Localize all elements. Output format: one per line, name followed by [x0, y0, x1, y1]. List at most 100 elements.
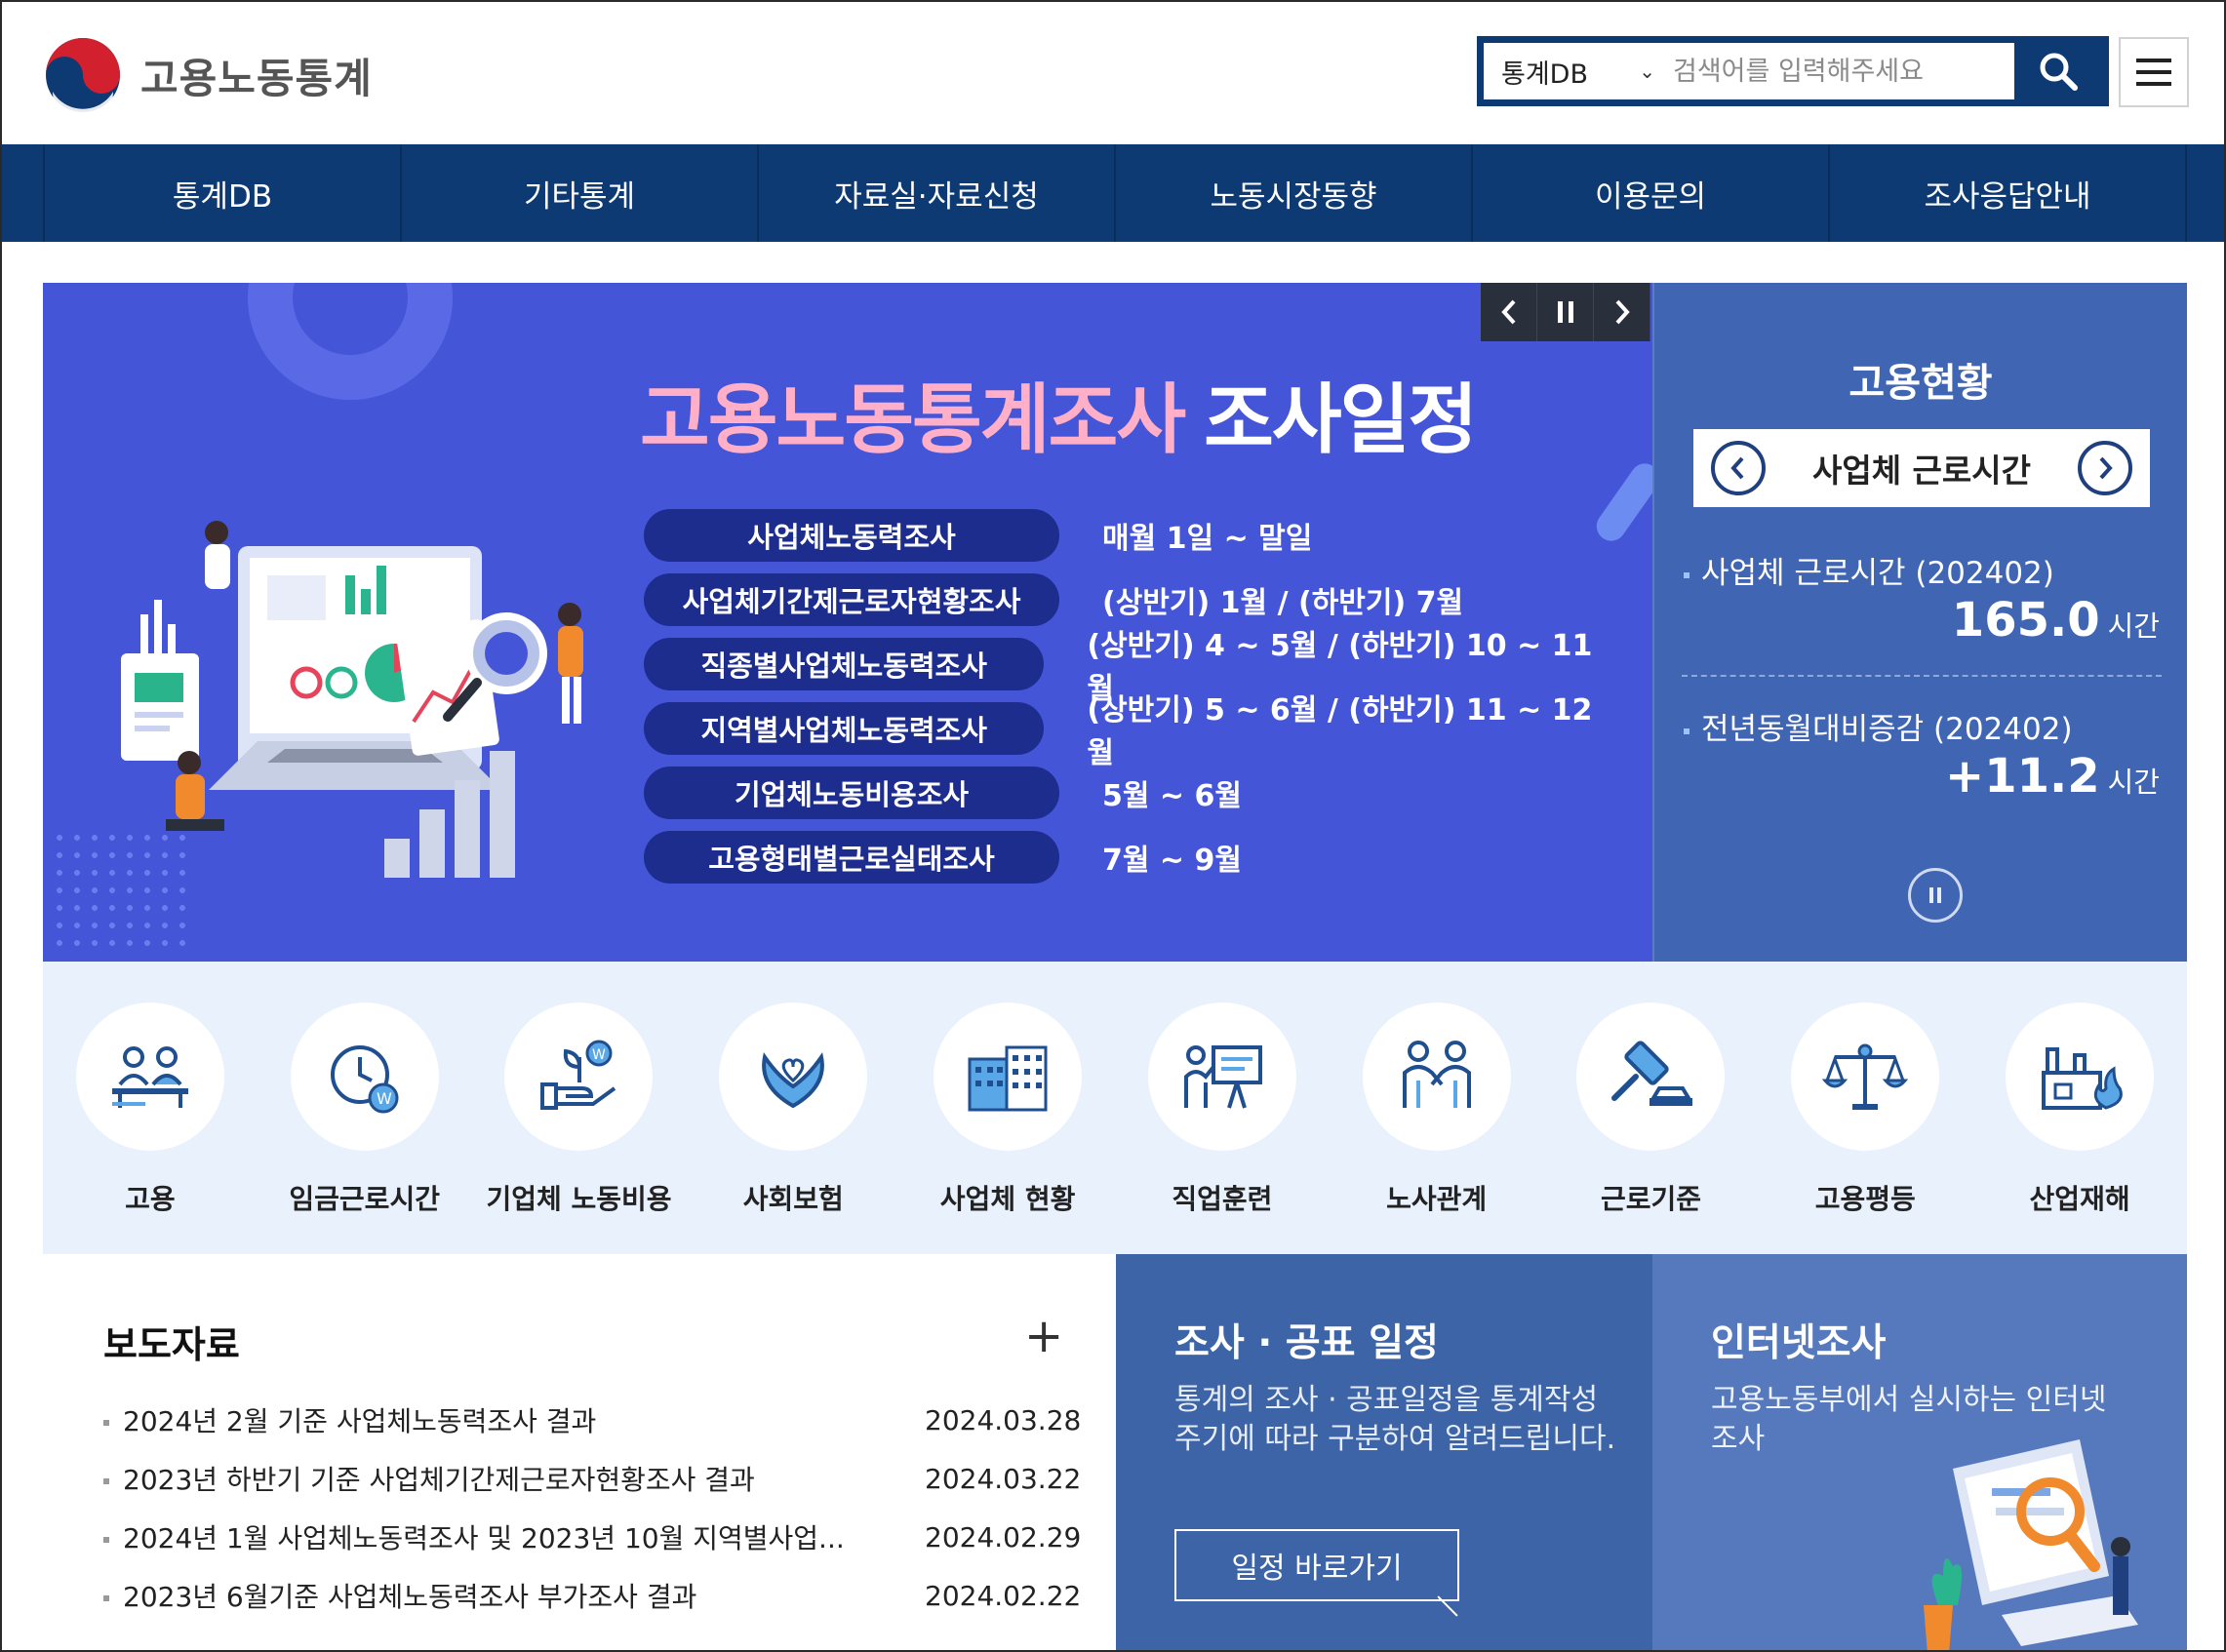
survey-period: (상반기) 5 ~ 6월 / (하반기) 11 ~ 12월 — [1087, 693, 1593, 770]
chevron-right-icon — [1615, 299, 1630, 325]
nav-item-stats-db[interactable]: 통계DB — [43, 144, 400, 242]
nav-item-archive[interactable]: 자료실·자료신청 — [757, 144, 1114, 242]
banner-next-button[interactable] — [1594, 283, 1650, 341]
press-release-section: 보도자료 + 2024년 2월 기준 사업체노동력조사 결과 2024.03.2… — [43, 1254, 1116, 1650]
survey-pill: 지역별사업체노동력조사 — [644, 702, 1045, 755]
hero-banner[interactable]: 고용노동통계조사 조사일정 사업체노동력조사 매월 1일 ~ 말일 사업체기간제근… — [43, 283, 1652, 962]
category-labor-relations[interactable]: 노사관계 — [1330, 962, 1544, 1254]
main-nav: 통계DB 기타통계 자료실·자료신청 노동시장동향 이용문의 조사응답안내 — [2, 144, 2224, 242]
category-labor-standards[interactable]: 근로기준 — [1544, 962, 1759, 1254]
category-icon-wrap — [934, 1003, 1083, 1151]
banner-pause-button[interactable] — [1537, 283, 1594, 341]
search-bar: 통계DB ⌄ — [1477, 36, 2109, 106]
press-item-title[interactable]: 2023년 6월기준 사업체노동력조사 부가조사 결과 — [103, 1576, 696, 1615]
press-row[interactable]: 2023년 하반기 기준 사업체기간제근로자현황조사 결과 2024.03.22 — [103, 1459, 1098, 1498]
chevron-right-icon — [2099, 456, 2113, 480]
indicator-next-button[interactable] — [2077, 441, 2132, 495]
press-item-title[interactable]: 2023년 하반기 기준 사업체기간제근로자현황조사 결과 — [103, 1459, 755, 1498]
press-row[interactable]: 2023년 6월기준 사업체노동력조사 부가조사 결과 2024.02.22 — [103, 1576, 1098, 1615]
schedule-row: 지역별사업체노동력조사 (상반기) 5 ~ 6월 / (하반기) 11 ~ 12… — [644, 693, 1600, 770]
category-vocational-training[interactable]: 직업훈련 — [1115, 962, 1330, 1254]
menu-line-icon — [2136, 70, 2171, 74]
indicator-pause-button[interactable] — [1908, 868, 1963, 923]
category-label: 근로기준 — [1600, 1183, 1701, 1215]
search-scope-value: 통계DB — [1501, 59, 1588, 90]
chevron-left-icon — [1730, 456, 1744, 480]
scale-icon — [1822, 1043, 1909, 1110]
category-icon-wrap — [719, 1003, 868, 1151]
category-icon-wrap — [1576, 1003, 1726, 1151]
survey-pill: 사업체기간제근로자현황조사 — [644, 573, 1059, 626]
category-employment[interactable]: 고용 — [43, 962, 258, 1254]
category-label: 직업훈련 — [1172, 1183, 1273, 1215]
gavel-icon — [1611, 1041, 1693, 1106]
category-icon-wrap — [2006, 1003, 2155, 1151]
search-input[interactable] — [1669, 56, 2014, 87]
nav-item-other-stats[interactable]: 기타통계 — [400, 144, 757, 242]
category-industrial-accident[interactable]: 산업재해 — [1972, 962, 2187, 1254]
pause-icon — [1557, 301, 1573, 323]
press-title: 보도자료 — [103, 1323, 240, 1366]
indicator-label: 사업체 근로시간 — [1811, 452, 2031, 490]
survey-pill: 사업체노동력조사 — [644, 509, 1059, 562]
category-labor-cost[interactable]: W 기업체 노동비용 — [472, 962, 687, 1254]
survey-pill: 기업체노동비용조사 — [644, 767, 1059, 819]
internet-survey-box[interactable]: 인터넷조사 고용노동부에서 실시하는 인터넷조사 — [1652, 1254, 2187, 1650]
press-row[interactable]: 2024년 2월 기준 사업체노동력조사 결과 2024.03.28 — [103, 1400, 1098, 1439]
press-item-title[interactable]: 2024년 1월 사업체노동력조사 및 2023년 10월 지역별사업... — [103, 1517, 845, 1556]
decor-ring — [248, 283, 453, 400]
indicator-value-number: 165.0 — [1951, 593, 2100, 648]
chevron-left-icon — [1500, 299, 1515, 325]
press-item-title[interactable]: 2024년 2월 기준 사업체노동력조사 결과 — [103, 1400, 596, 1439]
schedule-row: 직종별사업체노동력조사 (상반기) 4 ~ 5월 / (하반기) 10 ~ 11… — [644, 629, 1600, 706]
taegeuk-logo-icon — [46, 38, 120, 115]
indicator-item-label: 사업체 근로시간 (202402) — [1684, 548, 2054, 592]
category-label: 기업체 노동비용 — [486, 1183, 672, 1215]
hero-title-sub: 조사일정 — [1204, 376, 1478, 464]
press-item-date: 2024.02.22 — [925, 1579, 1082, 1612]
press-item-date: 2024.03.28 — [925, 1403, 1082, 1436]
schedule-box-desc: 통계의 조사 · 공표일정을 통계작성 주기에 따라 구분하여 알려드립니다. — [1174, 1383, 1616, 1456]
heart-hands-icon — [762, 1052, 825, 1109]
category-shortcuts: 고용 W 임금근로시간 W 기업체 노동비용 사회보험 사업체 현황 직업훈련 … — [43, 962, 2187, 1254]
search-scope-select[interactable]: 통계DB ⌄ — [1484, 53, 1669, 91]
nav-item-survey-guide[interactable]: 조사응답안내 — [1828, 144, 2187, 242]
indicator-item-value: 165.0 시간 — [1952, 593, 2160, 648]
people-desk-icon — [111, 1046, 188, 1108]
indicator-value-unit: 시간 — [2107, 766, 2160, 799]
site-logo[interactable]: 고용노동통계 — [43, 35, 373, 115]
survey-pill: 고용형태별근로실태조사 — [644, 831, 1059, 884]
divider — [1682, 675, 2162, 677]
indicator-value-number: +11.2 — [1944, 749, 2100, 804]
survey-period: (상반기) 1월 / (하반기) 7월 — [1102, 586, 1464, 620]
nav-item-labor-market[interactable]: 노동시장동향 — [1114, 144, 1471, 242]
menu-line-icon — [2136, 59, 2171, 62]
search-button[interactable] — [2014, 43, 2102, 99]
menu-line-icon — [2136, 82, 2171, 86]
decor-stroke — [1590, 457, 1652, 547]
more-button[interactable]: + — [1024, 1313, 1063, 1359]
schedule-shortcut-button[interactable]: 일정 바로가기 — [1174, 1529, 1459, 1601]
clock-won-icon: W — [330, 1045, 399, 1114]
category-icon-wrap — [1362, 1003, 1511, 1151]
press-item-date: 2024.03.22 — [925, 1462, 1082, 1495]
category-social-insurance[interactable]: 사회보험 — [686, 962, 900, 1254]
two-people-icon — [1402, 1041, 1471, 1108]
page: 고용노동통계 통계DB ⌄ 통계 — [0, 0, 2226, 1652]
indicator-item-value: +11.2 시간 — [1945, 749, 2160, 804]
schedule-box-title: 조사 · 공표 일정 — [1174, 1321, 1439, 1365]
category-business-status[interactable]: 사업체 현황 — [900, 962, 1115, 1254]
header: 고용노동통계 통계DB ⌄ — [2, 2, 2224, 144]
nav-item-inquiry[interactable]: 이용문의 — [1471, 144, 1828, 242]
survey-period: 매월 1일 ~ 말일 — [1102, 522, 1313, 556]
category-wage-hours[interactable]: W 임금근로시간 — [258, 962, 472, 1254]
hamburger-menu-button[interactable] — [2119, 37, 2189, 107]
hand-plant-icon: W — [540, 1040, 616, 1110]
indicator-prev-button[interactable] — [1711, 441, 1766, 495]
category-icon-wrap: W — [290, 1003, 439, 1151]
banner-prev-button[interactable] — [1481, 283, 1537, 341]
hero-title: 고용노동통계조사 조사일정 — [640, 359, 1478, 468]
internet-box-title: 인터넷조사 — [1711, 1321, 1887, 1365]
press-row[interactable]: 2024년 1월 사업체노동력조사 및 2023년 10월 지역별사업... 2… — [103, 1517, 1098, 1556]
category-employment-equality[interactable]: 고용평등 — [1758, 962, 1972, 1254]
